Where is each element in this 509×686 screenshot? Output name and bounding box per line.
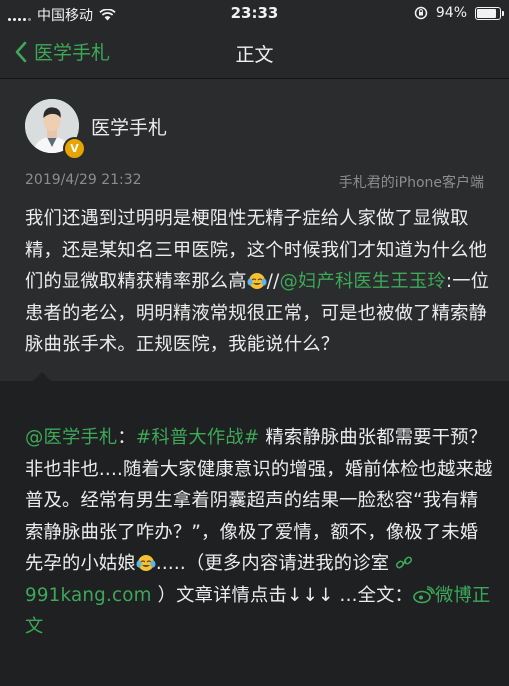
battery-icon [475,6,504,20]
repost-separator: // [266,271,280,292]
original-text-2: .....（更多内容请进我的诊室 [155,553,396,574]
nav-bar: 医学手札 正文 [0,28,509,79]
post-body: 我们还遇到过明明是梗阻性无精子症给人家做了显微取精，还是某知名三甲医院，这个时候… [25,203,490,361]
orientation-lock-icon [414,6,428,20]
original-author-mention[interactable]: @医学手札 [25,427,117,448]
original-post-body: @医学手札：#科普大作战# 精索静脉曲张都需要干预？非也非也....随着大家健康… [25,422,495,643]
weibo-icon [413,585,435,603]
post-source: 手札君的iPhone客户端 [338,175,484,191]
verified-badge: V [63,137,86,160]
original-text-3: ）文章详情点击↓↓↓ ...全文： [151,584,414,606]
original-post[interactable]: @医学手札：#科普大作战# 精索静脉曲张都需要干预？非也非也....随着大家健康… [0,382,509,686]
link-icon [396,556,413,569]
status-bar: 中国移动 23:33 94% [0,0,509,28]
post-card: V 医学手札 2019/4/29 21:32 手札君的iPhone客户端 我们还… [0,79,509,381]
original-colon: ： [117,427,136,448]
mention-link[interactable]: @妇产科医生王玉玲 [280,271,446,292]
quote-pointer [32,372,52,382]
author-name[interactable]: 医学手札 [91,113,167,140]
crying-laughing-emoji-icon [136,555,156,571]
crying-laughing-emoji-icon [247,273,267,289]
topic-hashtag[interactable]: #科普大作战# [136,427,259,448]
page-title: 正文 [235,44,274,66]
post-date: 2019/4/29 21:32 [25,172,142,188]
battery-percent: 94% [435,5,467,21]
web-link-text: 991kang.com [25,584,152,606]
original-text-1: 精索静脉曲张都需要干预？非也非也....随着大家健康意识的增强，婚前体检也越来越… [25,427,493,574]
